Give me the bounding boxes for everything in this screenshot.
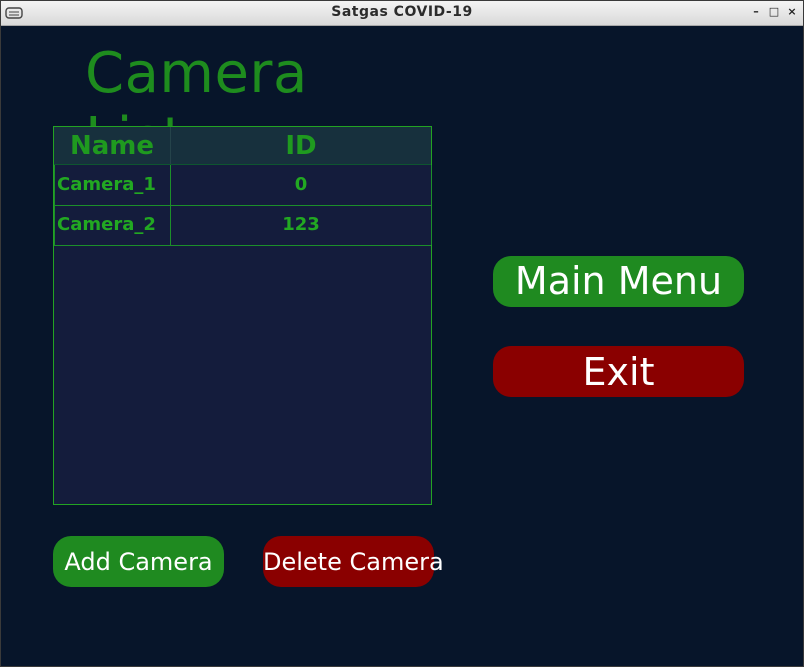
column-header-id[interactable]: ID (171, 127, 431, 164)
camera-name-cell[interactable]: Camera_2 (57, 205, 167, 245)
table-header: Name ID (54, 127, 431, 165)
main-menu-button[interactable]: Main Menu (493, 256, 744, 307)
camera-name-cell[interactable]: Camera_1 (57, 165, 167, 205)
exit-button[interactable]: Exit (493, 346, 744, 397)
delete-camera-button[interactable]: Delete Camera (263, 536, 444, 587)
minimize-button[interactable]: – (749, 4, 763, 20)
camera-table[interactable]: Name ID Camera_1 0 Camera_2 123 (53, 126, 432, 505)
column-divider (170, 165, 171, 245)
column-header-name[interactable]: Name (54, 127, 171, 164)
maximize-button[interactable]: □ (767, 4, 781, 20)
window-title: Satgas COVID-19 (331, 4, 473, 20)
close-button[interactable]: × (785, 4, 799, 20)
app-window: Satgas COVID-19 – □ × Camera List Name I… (0, 0, 804, 667)
table-row[interactable]: Camera_1 0 (54, 165, 431, 206)
row-right-border (431, 165, 432, 245)
row-left-border (54, 165, 55, 245)
add-camera-button[interactable]: Add Camera (53, 536, 224, 587)
title-bar[interactable]: Satgas COVID-19 – □ × (1, 1, 803, 26)
table-row[interactable]: Camera_2 123 (54, 205, 431, 246)
camera-id-cell[interactable]: 123 (171, 205, 431, 245)
camera-id-cell[interactable]: 0 (171, 165, 431, 205)
